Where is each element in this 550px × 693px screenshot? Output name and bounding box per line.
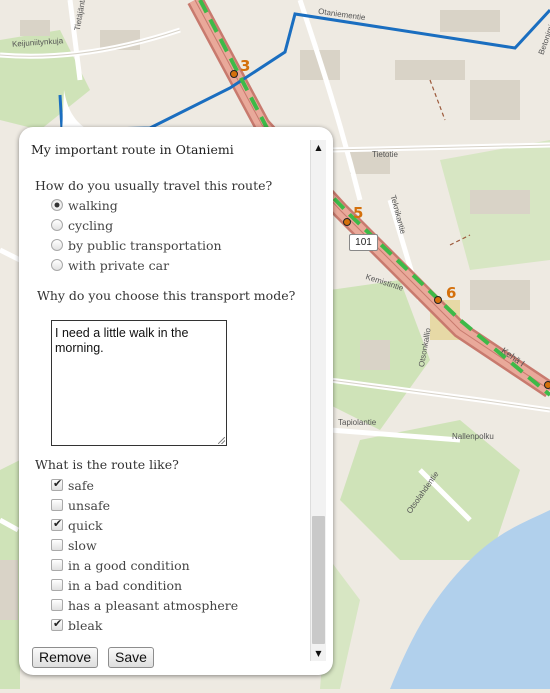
route-option-bleak[interactable]: bleak [51, 617, 102, 633]
reason-textarea[interactable]: I need a little walk in the morning. [51, 320, 227, 446]
option-label: slow [68, 538, 97, 553]
popup-form: My important route in Otaniemi How do yo… [29, 140, 329, 650]
popup-title: My important route in Otaniemi [31, 142, 234, 157]
checkbox-slow[interactable] [51, 539, 63, 551]
option-label: walking [68, 198, 118, 213]
street-label: Tapiolantie [338, 418, 376, 427]
radio-public-transportation[interactable] [51, 239, 63, 251]
transport-option-car[interactable]: with private car [51, 257, 169, 273]
route-option-bad-condition[interactable]: in a bad condition [51, 577, 182, 593]
remove-button[interactable]: Remove [32, 647, 98, 668]
radio-private-car[interactable] [51, 259, 63, 271]
scroll-up-icon[interactable]: ▲ [312, 141, 325, 154]
route-popup: My important route in Otaniemi How do yo… [19, 127, 333, 675]
street-label: Nallenpolku [452, 432, 494, 441]
option-label: by public transportation [68, 238, 222, 253]
transport-option-cycling[interactable]: cycling [51, 217, 113, 233]
option-label: bleak [68, 618, 102, 633]
route-option-good-condition[interactable]: in a good condition [51, 557, 190, 573]
scroll-down-icon[interactable]: ▼ [312, 647, 325, 660]
scrollbar-thumb[interactable] [312, 516, 325, 644]
transport-option-walking[interactable]: walking [51, 197, 118, 213]
option-label: unsafe [68, 498, 110, 513]
reason-text: I need a little walk in the morning. [55, 326, 188, 355]
checkbox-safe[interactable] [51, 479, 63, 491]
option-label: in a good condition [68, 558, 190, 573]
road-number-shield: 101 [349, 234, 378, 251]
option-label: cycling [68, 218, 113, 233]
route-option-quick[interactable]: quick [51, 517, 103, 533]
route-point-6[interactable]: 6 [446, 284, 456, 302]
transport-option-public[interactable]: by public transportation [51, 237, 222, 253]
transport-question: How do you usually travel this route? [35, 178, 272, 193]
option-label: safe [68, 478, 94, 493]
checkbox-good-condition[interactable] [51, 559, 63, 571]
reason-question: Why do you choose this transport mode? [37, 288, 295, 303]
popup-scrollbar[interactable]: ▲ ▼ [310, 140, 326, 661]
option-label: in a bad condition [68, 578, 182, 593]
route-like-question: What is the route like? [35, 457, 179, 472]
route-option-slow[interactable]: slow [51, 537, 97, 553]
route-option-unsafe[interactable]: unsafe [51, 497, 110, 513]
option-label: with private car [68, 258, 169, 273]
checkbox-bleak[interactable] [51, 619, 63, 631]
route-point-3[interactable]: 3 [240, 57, 250, 75]
checkbox-pleasant-atmosphere[interactable] [51, 599, 63, 611]
resize-grip-icon[interactable] [218, 437, 225, 444]
save-button[interactable]: Save [108, 647, 154, 668]
option-label: has a pleasant atmosphere [68, 598, 238, 613]
street-label: Tietotie [372, 150, 398, 159]
checkbox-quick[interactable] [51, 519, 63, 531]
radio-walking[interactable] [51, 199, 63, 211]
route-option-safe[interactable]: safe [51, 477, 94, 493]
option-label: quick [68, 518, 103, 533]
checkbox-bad-condition[interactable] [51, 579, 63, 591]
route-point-5[interactable]: 5 [353, 204, 363, 222]
route-option-pleasant[interactable]: has a pleasant atmosphere [51, 597, 238, 613]
radio-cycling[interactable] [51, 219, 63, 231]
checkbox-unsafe[interactable] [51, 499, 63, 511]
